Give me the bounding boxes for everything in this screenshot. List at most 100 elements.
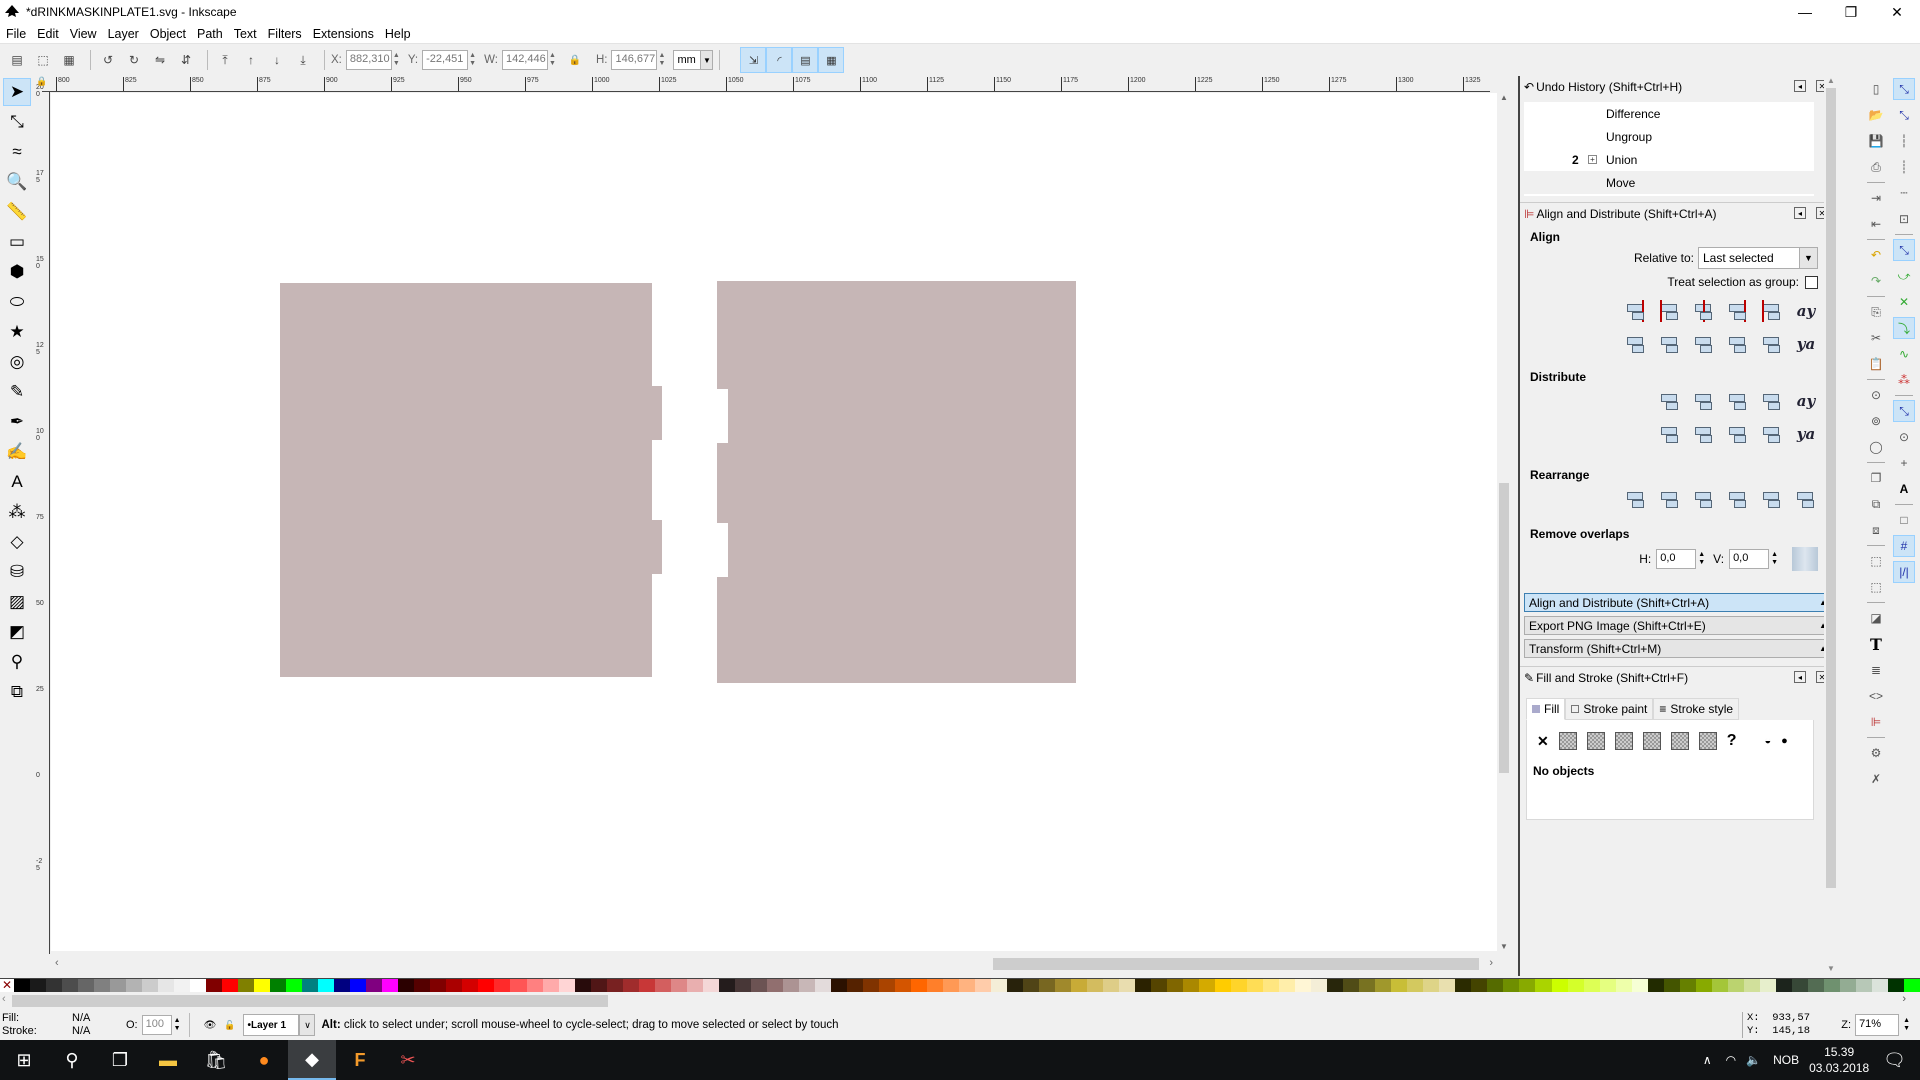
rotate-cw-icon[interactable]: ↻ [123,49,145,71]
import-icon[interactable]: ⇥ [1865,187,1887,209]
menu-text[interactable]: Text [234,27,257,41]
tool-mesh[interactable]: ◩ [3,618,31,646]
snap-bbox-icon[interactable]: ⤡ [1893,104,1915,126]
color-swatch[interactable] [1871,979,1888,992]
unclump-icon[interactable] [1794,487,1818,511]
undo-history-item[interactable]: Ungroup [1524,125,1814,148]
menu-view[interactable]: View [70,27,97,41]
align-left-to-right-edge-icon[interactable] [1760,299,1784,323]
color-swatch[interactable] [462,979,479,992]
color-swatch[interactable] [862,979,879,992]
color-swatch[interactable] [1359,979,1376,992]
tab-stroke-paint[interactable]: Stroke paint [1565,698,1654,720]
color-swatch[interactable] [606,979,623,992]
tool-dropper[interactable]: ⚲ [3,648,31,676]
show-hidden-icons-icon[interactable]: ∧ [1703,1053,1712,1067]
duplicate-icon[interactable]: ❐ [1865,467,1887,489]
color-swatch[interactable] [558,979,575,992]
lower-icon[interactable]: ↓ [266,49,288,71]
volume-icon[interactable]: 🔈 [1746,1053,1761,1067]
lock-guides-icon[interactable]: 🔒 [34,76,50,92]
exchange-positions-icon[interactable] [1658,487,1682,511]
color-swatch[interactable] [174,979,191,992]
color-swatch[interactable] [1151,979,1168,992]
ungroup-icon[interactable]: ⬚ [1865,576,1887,598]
iconify-icon[interactable]: ◂ [1794,80,1806,92]
color-swatch[interactable] [574,979,591,992]
color-swatch[interactable] [1439,979,1456,992]
open-icon[interactable]: 📂 [1865,104,1887,126]
color-swatch[interactable] [958,979,975,992]
color-swatch[interactable] [718,979,735,992]
color-swatch[interactable] [894,979,911,992]
undo-history-item[interactable]: Move [1524,171,1814,194]
distribute-centers-horizontal-icon[interactable] [1692,389,1716,413]
search-icon[interactable]: ⚲ [48,1040,96,1080]
distribute-centers-vertical-icon[interactable] [1692,422,1716,446]
snap-smooth-nodes-icon[interactable]: ∿ [1893,343,1915,365]
collapsed-panel-bar[interactable]: Transform (Shift+Ctrl+M)▲ [1524,639,1834,658]
current-layer-select[interactable]: •Layer 1 [243,1014,300,1036]
snap-bbox-centers-icon[interactable]: ⊡ [1893,208,1915,230]
swatch-icon[interactable] [1698,732,1717,750]
color-swatch[interactable] [1263,979,1280,992]
redo-icon[interactable]: ↷ [1865,270,1887,292]
distribute-bottom-edges-icon[interactable] [1726,422,1750,446]
raise-icon[interactable]: ↑ [240,49,262,71]
scroll-up-icon[interactable]: ▲ [1497,93,1511,102]
color-swatch[interactable] [990,979,1007,992]
color-swatch[interactable] [1199,979,1216,992]
distribute-baselines-vertical-icon[interactable]: ya [1794,422,1818,446]
color-swatch[interactable] [654,979,671,992]
color-swatch[interactable] [1071,979,1088,992]
remove-overlaps-button[interactable] [1792,547,1818,571]
color-swatch[interactable] [1311,979,1328,992]
tool-node[interactable]: ⤡ [3,108,31,136]
color-swatch[interactable] [222,979,239,992]
color-swatch[interactable] [334,979,351,992]
color-swatch[interactable] [1503,979,1520,992]
print-icon[interactable]: ⎙ [1865,156,1887,178]
palette-scroll-right-icon[interactable]: › [1902,993,1906,1005]
task-view-icon[interactable]: ❐ [96,1040,144,1080]
color-swatch[interactable] [1423,979,1440,992]
color-swatch[interactable] [1695,979,1712,992]
color-swatch[interactable] [1711,979,1728,992]
color-swatch[interactable] [1823,979,1840,992]
tool-3d-box[interactable]: ⬢ [3,258,31,286]
color-swatch[interactable] [398,979,415,992]
distribute-baselines-horizontal-icon[interactable]: ay [1794,389,1818,413]
color-swatch[interactable] [1519,979,1536,992]
color-swatch[interactable] [94,979,111,992]
preferences-icon[interactable]: ✗ [1865,768,1887,790]
menu-edit[interactable]: Edit [37,27,59,41]
color-swatch[interactable] [1279,979,1296,992]
dock-scroll-thumb[interactable] [1826,88,1836,888]
document-properties-icon[interactable]: ⚙ [1865,742,1887,764]
firefox-icon[interactable]: ● [240,1040,288,1080]
no-paint-icon[interactable]: ✕ [1537,733,1549,750]
zoom-input[interactable]: 71% [1855,1014,1900,1036]
color-swatch[interactable] [430,979,447,992]
collapsed-panel-bar[interactable]: Align and Distribute (Shift+Ctrl+A)▲ [1524,593,1834,612]
snipping-tool-icon[interactable]: ✂ [384,1040,432,1080]
color-swatch[interactable] [1455,979,1472,992]
w-stepper[interactable]: ▲ ▼ [549,50,558,70]
color-swatch[interactable] [62,979,79,992]
snap-nodes-icon[interactable]: ⤡ [1893,239,1915,261]
color-swatch[interactable] [878,979,895,992]
center-vertical-axis-icon[interactable] [1692,299,1716,323]
no-paint-swatch[interactable]: ✕ [0,979,14,992]
overlap-v-stepper[interactable]: ▲ ▼ [1771,551,1778,567]
color-swatch[interactable] [686,979,703,992]
menu-help[interactable]: Help [385,27,411,41]
wifi-icon[interactable]: ◠ [1726,1053,1736,1067]
color-swatch[interactable] [622,979,639,992]
align-right-edges-icon[interactable] [1726,299,1750,323]
move-patterns-toggle[interactable]: ▦ [818,47,845,73]
color-swatch[interactable] [1679,979,1696,992]
treat-as-group-checkbox[interactable] [1805,275,1818,289]
menu-object[interactable]: Object [150,27,186,41]
color-swatch[interactable] [670,979,687,992]
dock-scrollbar[interactable]: ▲ ▼ [1824,76,1838,976]
